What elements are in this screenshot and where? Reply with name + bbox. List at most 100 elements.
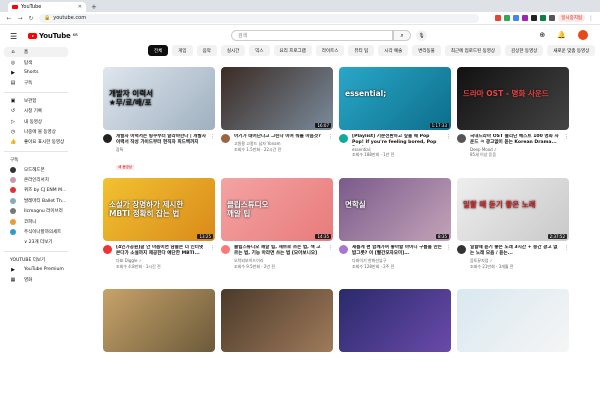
extension-icon[interactable] — [531, 15, 537, 21]
video-card[interactable]: 개발자 이력서 ★무/료/배/포개발자 이력서는 링쿠부터 달라야한다 | 개발… — [103, 67, 215, 178]
sidebar-item[interactable]: ◎탐색 — [4, 57, 68, 67]
filter-chip[interactable]: 변리동물 — [412, 45, 441, 56]
channel-avatar[interactable] — [221, 245, 230, 254]
search-button[interactable]: ⌕ — [393, 30, 411, 41]
channel-avatar[interactable] — [221, 134, 230, 143]
video-thumbnail[interactable]: essential;1:17:33 — [339, 67, 451, 130]
subscription-item[interactable]: 발레마티 Ballet Th... — [4, 196, 68, 206]
more-actions-icon[interactable]: ⋮ — [210, 134, 215, 172]
filter-chip[interactable]: 음악 — [197, 45, 217, 56]
extension-icon[interactable] — [513, 15, 519, 21]
video-title[interactable]: [4인가공원]글 안 마음이면 남들은 더 인터넷 본다가 소설까지 제공한다 … — [116, 245, 206, 257]
sidebar-item[interactable]: ↺시청 기록 — [4, 106, 68, 116]
filter-chip[interactable]: 감상한 동영상 — [505, 45, 543, 56]
sidebar-item[interactable]: ▦영화 — [4, 275, 68, 285]
more-actions-icon[interactable]: ⋮ — [564, 134, 569, 158]
video-card[interactable] — [457, 289, 569, 400]
subscription-item[interactable]: 퀴즈 by CJ ENM M... — [4, 185, 68, 195]
voice-search-button[interactable]: 🎙 — [416, 30, 427, 41]
close-tab-icon[interactable]: ✕ — [78, 4, 82, 10]
extension-icon[interactable] — [495, 15, 501, 21]
video-thumbnail[interactable] — [457, 289, 569, 352]
sidebar-item[interactable]: ▤구독 — [4, 78, 68, 88]
account-avatar[interactable] — [578, 30, 588, 40]
sidebar-item[interactable]: ⌂홈 — [4, 47, 68, 57]
hamburger-menu-icon[interactable]: ☰ — [10, 32, 20, 41]
video-thumbnail[interactable]: 16:07 — [221, 67, 333, 130]
subscription-item[interactable]: 코파니 — [4, 216, 68, 226]
sidebar-item[interactable]: ▶Shorts — [4, 68, 68, 78]
youtube-logo[interactable]: YouTube KR — [28, 32, 78, 40]
forward-icon[interactable]: → — [17, 15, 23, 22]
video-card[interactable] — [221, 289, 333, 400]
more-actions-icon[interactable]: ⋮ — [210, 245, 215, 270]
filter-chip[interactable]: 시각 예술 — [378, 45, 408, 56]
address-bar[interactable]: 🔒 youtube.com — [39, 14, 479, 23]
video-card[interactable]: 소설가 장명하가 제시한 MBTI 정확히 잡는 법13:25 [4인가공원]글 … — [103, 178, 215, 289]
filter-chip[interactable]: 최근에 업로드된 동영상 — [445, 45, 501, 56]
video-card[interactable]: 일할 때 듣기 좋은 노래2:37:52 일할때 듣기 좋은 노래 3시간 + 중… — [457, 178, 569, 289]
subscription-item[interactable]: 모드헤드폰 — [4, 165, 68, 175]
more-actions-icon[interactable]: ⋮ — [564, 245, 569, 270]
channel-avatar[interactable] — [103, 134, 112, 143]
more-actions-icon[interactable]: ⋮ — [328, 245, 333, 270]
video-card[interactable] — [339, 289, 451, 400]
browser-menu-icon[interactable]: ⋮ — [588, 15, 594, 22]
channel-avatar[interactable] — [457, 134, 466, 143]
sidebar-item[interactable]: ▷내 동영상 — [4, 116, 68, 126]
filter-chip[interactable]: 새로운 맞춤 동영상 — [547, 45, 595, 56]
video-thumbnail[interactable]: 개발자 이력서 ★무/료/배/포 — [103, 67, 215, 130]
filter-chip[interactable]: 요리 프로그램 — [274, 45, 312, 56]
more-actions-icon[interactable]: ⋮ — [328, 134, 333, 153]
channel-avatar[interactable] — [103, 245, 112, 254]
video-title[interactable]: [Playlist] 기분전환하고 싶을 때 Pop Pop! If you'r… — [352, 134, 442, 146]
video-title[interactable]: 국내드라마 OST 플리단 베스트 100 명화 사운드 ㅋ 광고없이 듣는 K… — [470, 134, 560, 146]
video-thumbnail[interactable] — [221, 289, 333, 352]
video-card[interactable]: 16:07아기가 태어난다고 그린나 이여 뭐를 마음것?고원용 고종드 남자 … — [221, 67, 333, 178]
profile-status[interactable]: 일시중지됨 — [558, 14, 585, 22]
extension-icon[interactable] — [504, 15, 510, 21]
video-thumbnail[interactable]: 일할 때 듣기 좋은 노래2:37:52 — [457, 178, 569, 241]
video-thumbnail[interactable]: 드라마 OST - 명화 사운드 — [457, 67, 569, 130]
subscription-item[interactable]: 주식이나할까의세트 — [4, 227, 68, 237]
reload-icon[interactable]: ↻ — [28, 15, 34, 22]
subscription-item[interactable]: Ilcmagnu 라이브러 — [4, 206, 68, 216]
filter-chip[interactable]: 게임 — [172, 45, 192, 56]
filter-chip[interactable]: 뷰티 팁 — [348, 45, 374, 56]
sidebar-item[interactable]: 👍좋아요 표시한 동영상 — [4, 137, 68, 147]
extension-icon[interactable] — [540, 15, 546, 21]
video-card[interactable]: 면학실8:35 새롭게 편 함께가여 좋아할 아이디 구름을 만든 밥그릇? 이 … — [339, 178, 451, 289]
video-thumbnail[interactable]: 클립스튜디오 깨알 팁14:35 — [221, 178, 333, 241]
notifications-icon[interactable]: 🔔 — [557, 31, 566, 39]
filter-chip[interactable]: 실시간 — [221, 45, 245, 56]
filter-chip[interactable]: 라이트스 — [316, 45, 345, 56]
browser-tab[interactable]: YouTube ✕ — [8, 2, 86, 12]
video-thumbnail[interactable]: 면학실8:35 — [339, 178, 451, 241]
video-card[interactable]: essential;1:17:33 [Playlist] 기분전환하고 싶을 때 … — [339, 67, 451, 178]
video-thumbnail[interactable] — [339, 289, 451, 352]
back-icon[interactable]: ← — [6, 15, 12, 22]
channel-name[interactable]: 잡톡 — [116, 147, 206, 153]
channel-avatar[interactable] — [457, 245, 466, 254]
sidebar-item[interactable]: ▣보관함 — [4, 96, 68, 106]
sidebar-item[interactable]: ▶YouTube Premium — [4, 265, 68, 275]
subscription-item[interactable]: ∨ 23개 더보기 — [4, 237, 68, 247]
subscription-item[interactable]: 온라인리서치 — [4, 175, 68, 185]
more-actions-icon[interactable]: ⋮ — [446, 245, 451, 270]
extension-icon[interactable] — [522, 15, 528, 21]
create-video-icon[interactable]: ⊕ — [539, 31, 545, 39]
video-card[interactable]: 클립스튜디오 깨알 팁14:35 클립스튜디오 깨알 팁, 세브로 쓰는 법, 색… — [221, 178, 333, 289]
channel-avatar[interactable] — [339, 245, 348, 254]
filter-chip[interactable]: 전체 — [148, 45, 168, 56]
more-actions-icon[interactable]: ⋮ — [446, 134, 451, 158]
video-title[interactable]: 새롭게 편 함께가여 좋아할 아이디 구름을 만든 밥그릇? 이 [빨간모자오미… — [352, 245, 442, 257]
new-tab-icon[interactable]: + — [91, 2, 97, 12]
video-title[interactable]: 일할때 듣기 좋은 노래 3시간 + 중간 광고 없는 노래 모음 / 듣는..… — [470, 245, 560, 257]
video-thumbnail[interactable]: 소설가 장명하가 제시한 MBTI 정확히 잡는 법13:25 — [103, 178, 215, 241]
video-card[interactable]: 드라마 OST - 명화 사운드국내드라마 OST 플리단 베스트 100 명화… — [457, 67, 569, 178]
video-title[interactable]: 클립스튜디오 깨알 팁, 세브로 쓰는 법, 색 고르는 법, 기능 아라면 쓰… — [234, 245, 324, 257]
video-title[interactable]: 개발자 이력서는 링쿠부터 달라야한다 | 개발자 이력서 작성 가이드부터 현… — [116, 134, 206, 146]
video-card[interactable] — [103, 289, 215, 400]
channel-avatar[interactable] — [339, 134, 348, 143]
search-input[interactable]: 검색 — [231, 30, 393, 41]
